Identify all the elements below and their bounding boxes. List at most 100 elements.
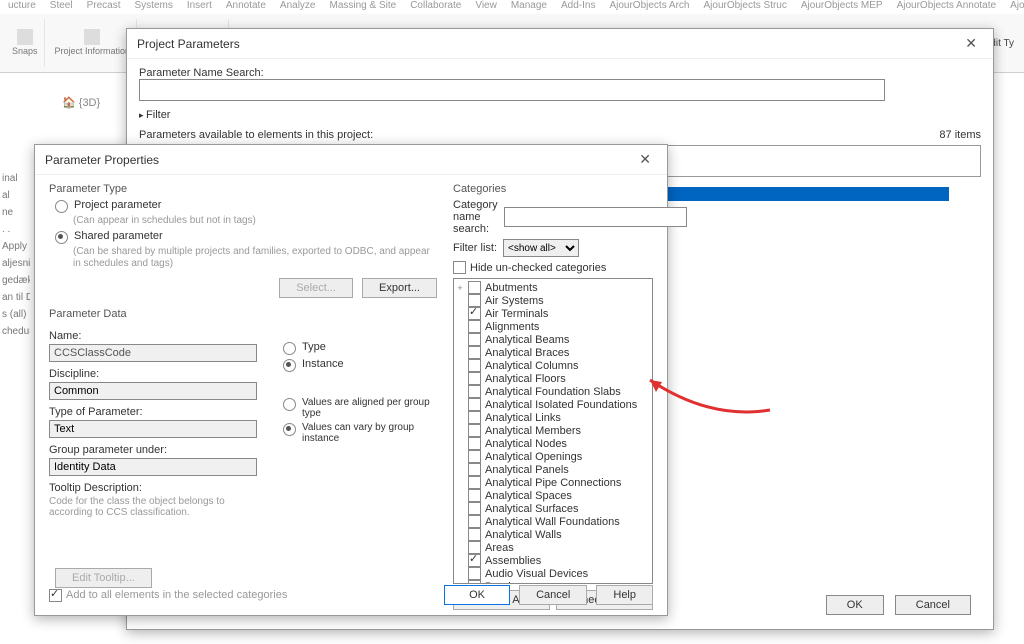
category-checkbox[interactable] <box>468 580 481 584</box>
shared-parameter-radio[interactable]: Shared parameter <box>55 230 437 244</box>
instance-radio[interactable]: Instance <box>283 358 437 372</box>
select-button[interactable]: Select... <box>279 278 353 298</box>
category-checkbox[interactable] <box>468 450 481 463</box>
category-checkbox[interactable] <box>468 476 481 489</box>
category-checkbox[interactable] <box>468 424 481 437</box>
category-item[interactable]: Analytical Braces <box>456 346 650 359</box>
category-item[interactable]: Air Systems <box>456 294 650 307</box>
ribbon-tab[interactable]: Manage <box>511 0 547 14</box>
category-item[interactable]: Bearings <box>456 580 650 584</box>
help-button[interactable]: Help <box>596 585 653 605</box>
category-item[interactable]: Analytical Floors <box>456 372 650 385</box>
category-checkbox[interactable] <box>468 411 481 424</box>
ribbon-tab[interactable]: AjourObjects Site <box>1010 0 1024 14</box>
category-item[interactable]: Analytical Spaces <box>456 489 650 502</box>
category-item[interactable]: Analytical Columns <box>456 359 650 372</box>
discipline-label: Discipline: <box>49 368 257 380</box>
ribbon-tab[interactable]: AjourObjects MEP <box>801 0 883 14</box>
category-item[interactable]: Analytical Walls <box>456 528 650 541</box>
close-icon[interactable]: ✕ <box>633 151 657 168</box>
discipline-select[interactable]: Common <box>49 382 257 400</box>
ribbon-tab[interactable]: Steel <box>50 0 73 14</box>
ribbon-tab[interactable]: AjourObjects Annotate <box>897 0 997 14</box>
category-checkbox[interactable] <box>468 320 481 333</box>
ribbon-tab[interactable]: AjourObjects Arch <box>609 0 689 14</box>
category-item[interactable]: Air Terminals <box>456 307 650 320</box>
category-checkbox[interactable] <box>468 307 481 320</box>
category-checkbox[interactable] <box>468 398 481 411</box>
category-checkbox[interactable] <box>468 333 481 346</box>
category-item[interactable]: Analytical Members <box>456 424 650 437</box>
ribbon-tab[interactable]: Add-Ins <box>561 0 595 14</box>
category-item[interactable]: Analytical Pipe Connections <box>456 476 650 489</box>
snaps-button[interactable]: Snaps <box>6 19 45 67</box>
category-checkbox[interactable] <box>468 281 481 294</box>
group-under-select[interactable]: Identity Data <box>49 458 257 476</box>
parameter-properties-dialog: Parameter Properties ✕ Parameter Type Pr… <box>34 144 668 616</box>
cancel-button[interactable]: Cancel <box>519 585 587 605</box>
category-item[interactable]: Analytical Beams <box>456 333 650 346</box>
category-search-label: Category name search: <box>453 199 498 235</box>
category-checkbox[interactable] <box>468 437 481 450</box>
cancel-button[interactable]: Cancel <box>895 595 971 615</box>
category-checkbox[interactable] <box>468 528 481 541</box>
category-checkbox[interactable] <box>468 346 481 359</box>
category-item[interactable]: Areas <box>456 541 650 554</box>
category-checkbox[interactable] <box>468 567 481 580</box>
category-checkbox[interactable] <box>468 359 481 372</box>
category-item[interactable]: Analytical Surfaces <box>456 502 650 515</box>
ok-button[interactable]: OK <box>444 585 510 605</box>
filter-toggle[interactable]: Filter <box>139 109 981 121</box>
ok-button[interactable]: OK <box>826 595 884 615</box>
category-checkbox[interactable] <box>468 515 481 528</box>
category-item[interactable]: Analytical Links <box>456 411 650 424</box>
category-item[interactable]: Alignments <box>456 320 650 333</box>
category-checkbox[interactable] <box>468 502 481 515</box>
category-item[interactable]: Analytical Foundation Slabs <box>456 385 650 398</box>
type-of-parameter-label: Type of Parameter: <box>49 406 257 418</box>
ribbon-tab[interactable]: Insert <box>187 0 212 14</box>
parameter-type-label: Parameter Type <box>49 183 437 195</box>
category-item[interactable]: Audio Visual Devices <box>456 567 650 580</box>
ribbon-tab[interactable]: Precast <box>87 0 121 14</box>
ribbon-tab[interactable]: Collaborate <box>410 0 461 14</box>
category-search-input[interactable] <box>504 207 687 227</box>
hide-unchecked-checkbox[interactable]: Hide un-checked categories <box>453 261 653 274</box>
category-checkbox[interactable] <box>468 463 481 476</box>
add-to-all-checkbox[interactable] <box>49 589 62 602</box>
parameter-search-input[interactable] <box>139 79 885 101</box>
category-checkbox[interactable] <box>468 385 481 398</box>
category-item[interactable]: Analytical Nodes <box>456 437 650 450</box>
filter-list-select[interactable]: <show all> <box>503 239 579 257</box>
vary-radio[interactable]: Values can vary by group instance <box>283 422 437 444</box>
category-item[interactable]: Analytical Wall Foundations <box>456 515 650 528</box>
ribbon-tab[interactable]: Massing & Site <box>329 0 396 14</box>
name-field[interactable] <box>49 344 257 362</box>
category-checkbox[interactable] <box>468 372 481 385</box>
category-item[interactable]: Analytical Isolated Foundations <box>456 398 650 411</box>
ribbon-tab[interactable]: Annotate <box>226 0 266 14</box>
project-info-button[interactable]: Project Information <box>49 19 138 67</box>
item-count: 87 items <box>939 129 981 141</box>
aligned-radio[interactable]: Values are aligned per group type <box>283 397 437 419</box>
project-parameter-radio[interactable]: Project parameter <box>55 199 437 213</box>
category-item[interactable]: +Abutments <box>456 281 650 294</box>
categories-tree[interactable]: +AbutmentsAir SystemsAir TerminalsAlignm… <box>453 278 653 584</box>
ribbon-tab[interactable]: AjourObjects Struc <box>704 0 787 14</box>
ribbon-tabs: ucture Steel Precast Systems Insert Annotate A… <box>0 0 1024 14</box>
group-under-label: Group parameter under: <box>49 444 257 456</box>
export-button[interactable]: Export... <box>362 278 437 298</box>
tooltip-label: Tooltip Description: <box>49 482 257 494</box>
ribbon-tab[interactable]: Systems <box>135 0 173 14</box>
category-item[interactable]: Analytical Openings <box>456 450 650 463</box>
ribbon-tab[interactable]: Analyze <box>280 0 316 14</box>
category-item[interactable]: Assemblies <box>456 554 650 567</box>
ribbon-tab[interactable]: ucture <box>8 0 36 14</box>
type-radio[interactable]: Type <box>283 341 437 355</box>
ribbon-tab[interactable]: View <box>475 0 497 14</box>
type-of-parameter-select[interactable]: Text <box>49 420 257 438</box>
category-item[interactable]: Analytical Panels <box>456 463 650 476</box>
category-checkbox[interactable] <box>468 489 481 502</box>
category-checkbox[interactable] <box>468 554 481 567</box>
close-icon[interactable]: ✕ <box>959 35 983 52</box>
